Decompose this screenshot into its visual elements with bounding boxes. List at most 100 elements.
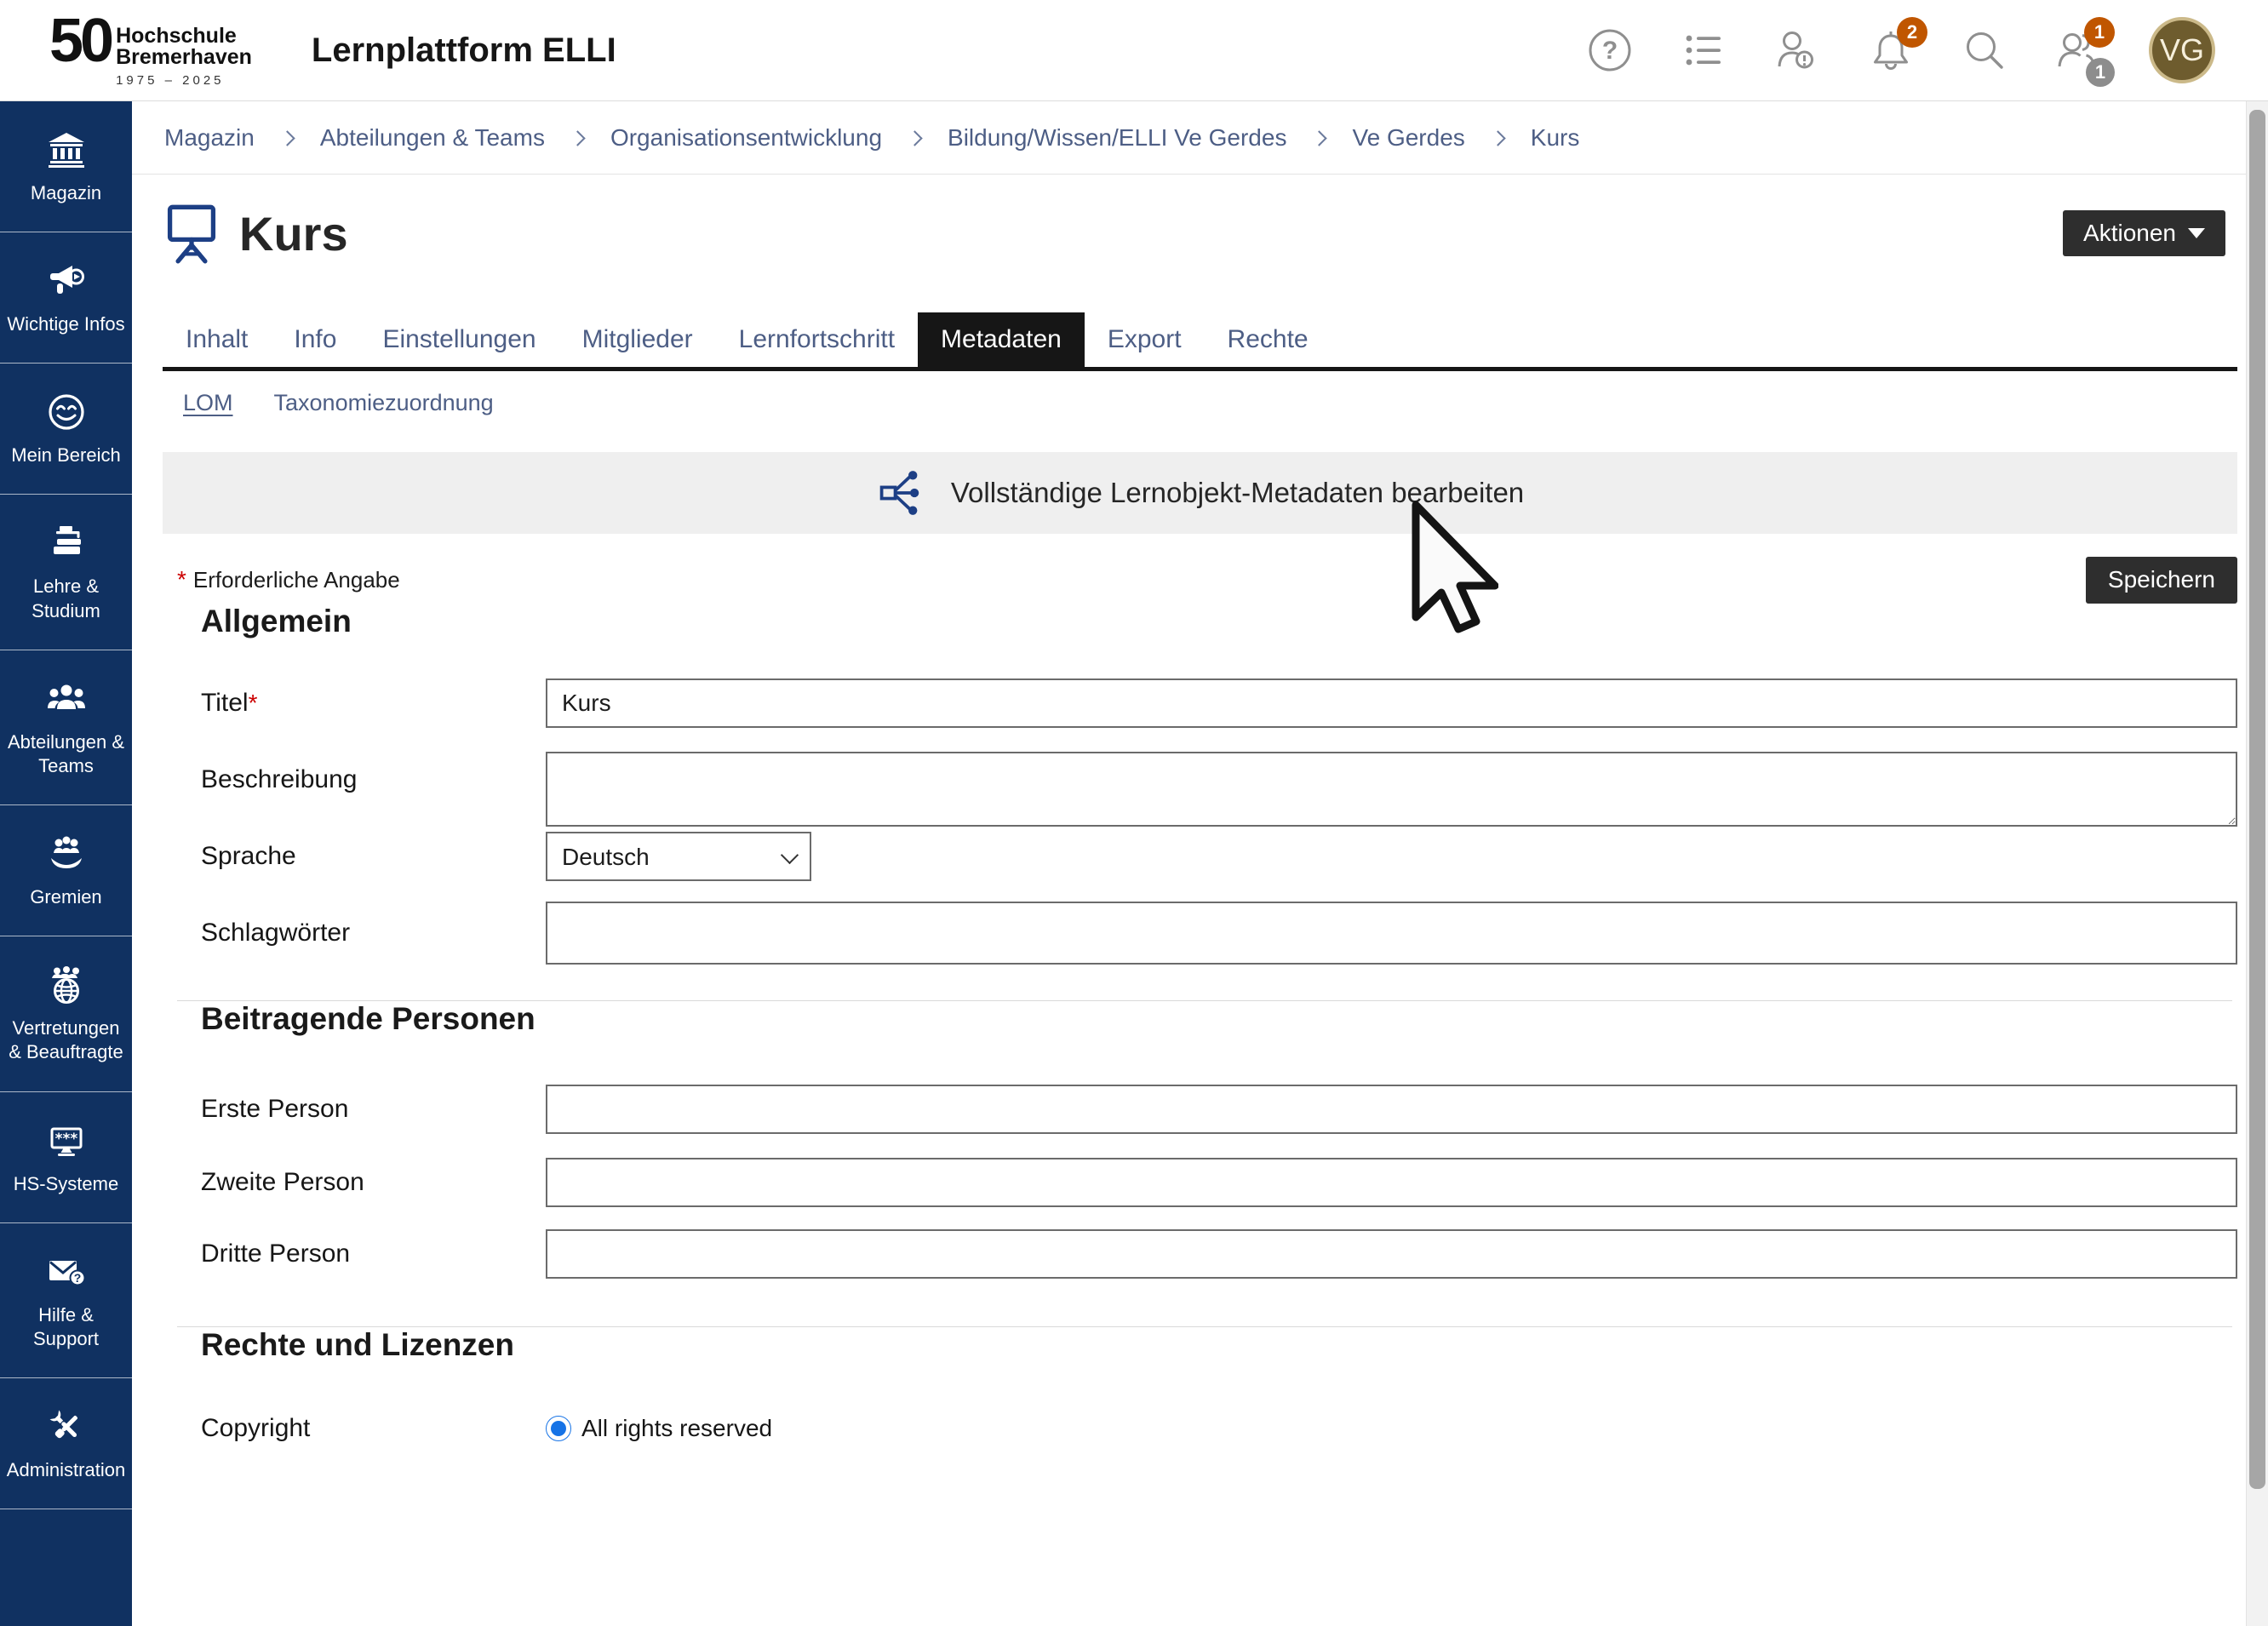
section-heading-allgemein: Allgemein xyxy=(201,604,2237,639)
second-person-input[interactable] xyxy=(546,1158,2237,1207)
banner-label: Vollständige Lernobjekt-Metadaten bearbe… xyxy=(951,477,1524,509)
svg-text:?: ? xyxy=(73,1271,81,1285)
keywords-field-label: Schlagwörter xyxy=(163,919,546,948)
smiley-icon xyxy=(46,392,87,432)
tab-rechte[interactable]: Rechte xyxy=(1205,312,1332,367)
tab-inhalt[interactable]: Inhalt xyxy=(163,312,271,367)
chevron-right-icon xyxy=(1490,130,1505,146)
first-person-input[interactable] xyxy=(546,1085,2237,1134)
tools-icon xyxy=(46,1406,87,1447)
chevron-right-icon xyxy=(907,130,922,146)
contacts-new-badge: 1 xyxy=(2084,17,2115,48)
copyright-radio-all-rights-reserved[interactable] xyxy=(546,1416,571,1441)
second-person-label: Zweite Person xyxy=(163,1168,546,1197)
svg-text:***: *** xyxy=(54,1131,77,1148)
breadcrumb-kurs[interactable]: Kurs xyxy=(1531,124,1580,152)
subtab-taxonomiezuordnung[interactable]: Taxonomiezuordnung xyxy=(274,390,494,416)
books-icon xyxy=(46,523,87,564)
metadata-subtabs: LOM Taxonomiezuordnung xyxy=(183,390,2237,416)
user-status-icon xyxy=(1774,26,1820,74)
committee-icon xyxy=(46,833,87,874)
title-field-label: Titel* xyxy=(163,689,546,718)
top-header-bar: 50 Hochschule Bremerhaven 1975 – 2025 Le… xyxy=(0,0,2268,101)
third-person-input[interactable] xyxy=(546,1229,2237,1279)
copyright-field-label: Copyright xyxy=(163,1414,546,1443)
page-title: Kurs xyxy=(239,206,348,261)
logo-50-mark: 50 xyxy=(49,14,111,69)
sidebar-item-vertretungen-beauftragte[interactable]: Vertretungen & Beauftragte xyxy=(0,936,132,1091)
required-asterisk: * xyxy=(177,566,186,593)
mail-help-icon: ? xyxy=(46,1251,87,1292)
main-content: Magazin Abteilungen & Teams Organisation… xyxy=(132,101,2246,1626)
chevron-right-icon xyxy=(570,130,585,146)
help-button[interactable]: ? xyxy=(1587,27,1633,73)
tab-metadaten[interactable]: Metadaten xyxy=(918,312,1085,367)
vertical-scrollbar-track[interactable] xyxy=(2246,101,2268,1626)
tab-export[interactable]: Export xyxy=(1085,312,1205,367)
keywords-input[interactable] xyxy=(546,902,2237,965)
breadcrumb-ve-gerdes[interactable]: Ve Gerdes xyxy=(1352,124,1464,152)
bank-icon xyxy=(46,129,87,170)
first-person-label: Erste Person xyxy=(163,1095,546,1124)
copyright-radio-label: All rights reserved xyxy=(581,1415,772,1442)
required-field-note: *Erforderliche Angabe xyxy=(177,566,400,593)
tab-einstellungen[interactable]: Einstellungen xyxy=(359,312,558,367)
logo-anniversary-years: 1975 – 2025 xyxy=(116,73,252,88)
hochschule-bremerhaven-logo[interactable]: 50 Hochschule Bremerhaven 1975 – 2025 xyxy=(49,14,252,88)
monitor-icon: *** xyxy=(46,1120,87,1161)
language-select[interactable]: Deutsch xyxy=(546,832,811,881)
object-tabs: Inhalt Info Einstellungen Mitglieder Ler… xyxy=(163,312,2237,371)
breadcrumb-abteilungen-teams[interactable]: Abteilungen & Teams xyxy=(320,124,545,152)
chevron-right-icon xyxy=(1312,130,1327,146)
logo-name-line1: Hochschule xyxy=(116,26,252,48)
subtab-lom[interactable]: LOM xyxy=(183,390,233,416)
third-person-label: Dritte Person xyxy=(163,1240,546,1268)
metadata-hub-icon xyxy=(876,467,929,519)
description-textarea[interactable] xyxy=(546,752,2237,827)
search-button[interactable] xyxy=(1962,27,2007,73)
todo-list-button[interactable] xyxy=(1681,27,1727,73)
language-field-label: Sprache xyxy=(163,842,546,871)
breadcrumb-magazin[interactable]: Magazin xyxy=(164,124,255,152)
sidebar-item-administration[interactable]: Administration xyxy=(0,1378,132,1509)
svg-text:?: ? xyxy=(1602,37,1618,65)
vertical-scrollbar-thumb[interactable] xyxy=(2249,110,2265,1489)
actions-button[interactable]: Aktionen xyxy=(2063,210,2225,256)
notifications-button[interactable]: 2 xyxy=(1868,27,1914,73)
save-button[interactable]: Speichern xyxy=(2086,557,2237,604)
description-field-label: Beschreibung xyxy=(163,752,546,794)
edit-full-metadata-link[interactable]: Vollständige Lernobjekt-Metadaten bearbe… xyxy=(163,452,2237,534)
tab-lernfortschritt[interactable]: Lernfortschritt xyxy=(716,312,918,367)
megaphone-icon xyxy=(46,261,87,301)
search-icon xyxy=(1962,27,2007,73)
sidebar-item-gremien[interactable]: Gremien xyxy=(0,805,132,936)
sidebar-item-wichtige-infos[interactable]: Wichtige Infos xyxy=(0,232,132,364)
title-input[interactable] xyxy=(546,678,2237,728)
tab-mitglieder[interactable]: Mitglieder xyxy=(559,312,716,367)
sidebar-empty-area xyxy=(0,1509,132,1626)
breadcrumb-organisationsentwicklung[interactable]: Organisationsentwicklung xyxy=(610,124,882,152)
notifications-badge: 2 xyxy=(1897,17,1927,48)
user-status-button[interactable] xyxy=(1774,27,1820,73)
contacts-count-badge: 1 xyxy=(2086,58,2115,87)
avatar[interactable]: VG xyxy=(2149,17,2215,83)
globe-people-icon xyxy=(46,965,87,1005)
breadcrumb-bildung-wissen[interactable]: Bildung/Wissen/ELLI Ve Gerdes xyxy=(948,124,1286,152)
main-navigation-sidebar: Magazin Wichtige Infos Mein Bereich xyxy=(0,101,132,1626)
sidebar-item-abteilungen-teams[interactable]: Abteilungen & Teams xyxy=(0,650,132,805)
chevron-down-icon xyxy=(2188,228,2205,238)
sidebar-item-hilfe-support[interactable]: ? Hilfe & Support xyxy=(0,1223,132,1378)
contacts-button[interactable]: 1 1 xyxy=(2055,27,2101,73)
required-asterisk: * xyxy=(249,690,258,716)
sidebar-item-mein-bereich[interactable]: Mein Bereich xyxy=(0,364,132,495)
tab-info[interactable]: Info xyxy=(271,312,359,367)
sidebar-item-hs-systeme[interactable]: *** HS-Systeme xyxy=(0,1092,132,1223)
section-heading-beitragende-personen: Beitragende Personen xyxy=(201,1001,2237,1037)
sidebar-item-magazin[interactable]: Magazin xyxy=(0,101,132,232)
breadcrumb: Magazin Abteilungen & Teams Organisation… xyxy=(132,101,2246,175)
section-heading-rechte-lizenzen: Rechte und Lizenzen xyxy=(201,1327,2237,1363)
sidebar-item-lehre-studium[interactable]: Lehre & Studium xyxy=(0,495,132,650)
help-icon: ? xyxy=(1587,27,1633,73)
course-easel-icon xyxy=(163,203,220,264)
people-group-icon xyxy=(46,678,87,719)
